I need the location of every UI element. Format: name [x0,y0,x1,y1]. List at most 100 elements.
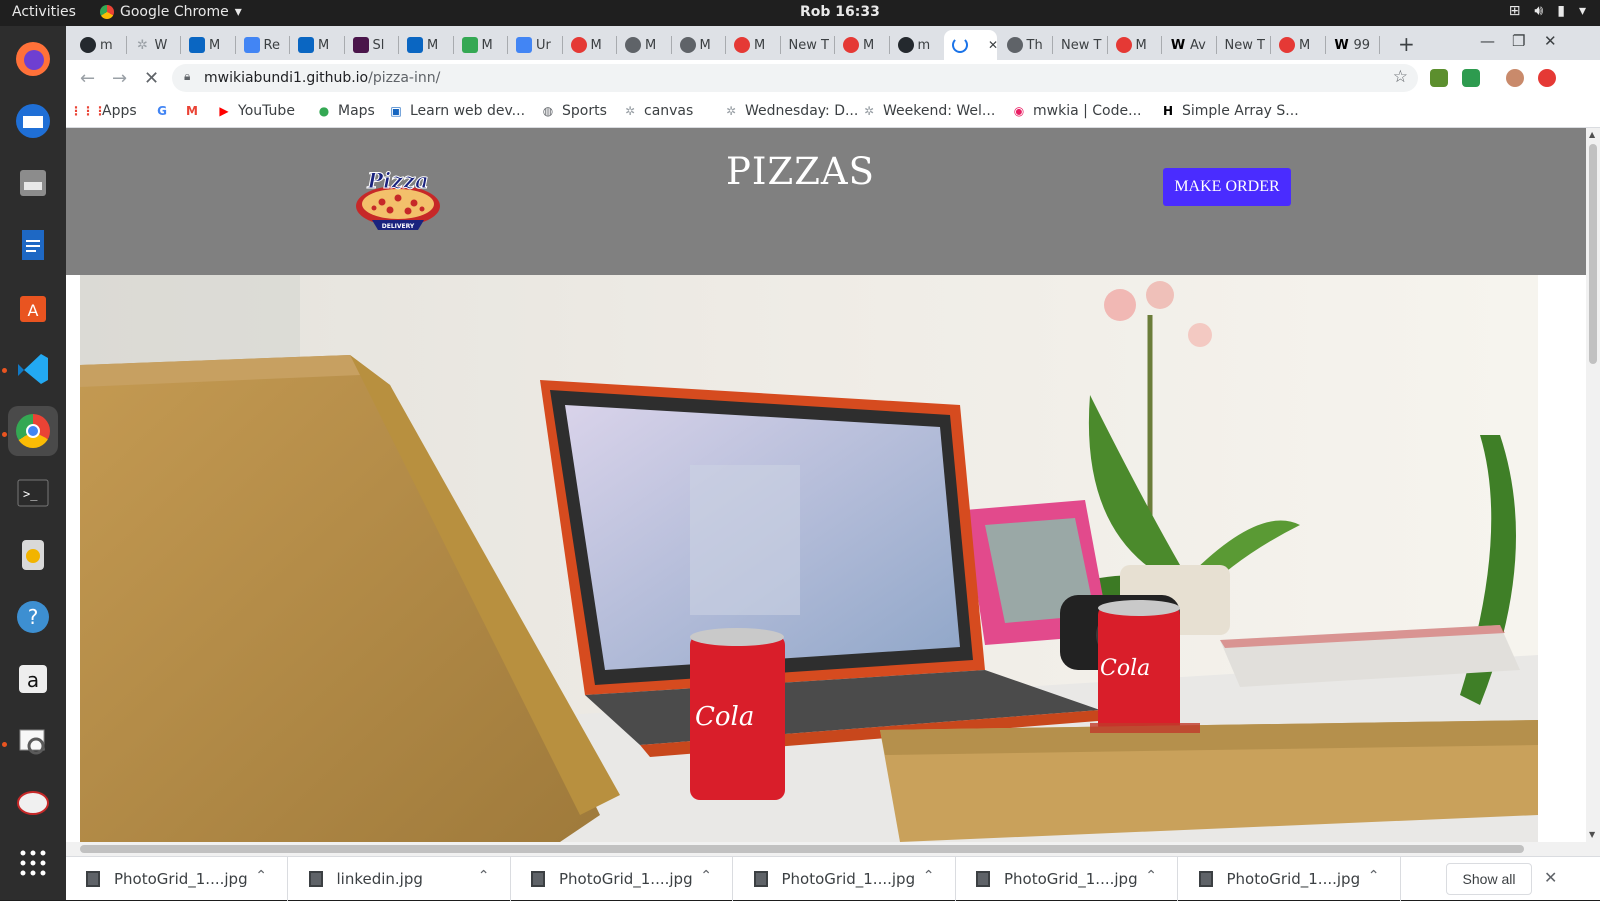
stop-loading-icon[interactable]: ✕ [144,68,159,89]
make-order-button[interactable]: MAKE ORDER [1163,168,1291,206]
extension-icon[interactable] [1430,69,1448,87]
browser-tab[interactable]: M [835,30,888,60]
bookmark-item[interactable]: G [154,103,170,119]
files-icon[interactable] [8,158,58,208]
bookmark-item[interactable]: ✲ canvas [622,103,693,119]
linkedin-icon [407,37,423,53]
browser-tab[interactable]: Th [999,30,1052,60]
image-viewer-icon[interactable] [8,716,58,766]
extension-check-icon[interactable] [1462,69,1480,87]
chevron-up-icon[interactable]: ⌃ [1368,868,1380,884]
vertical-scrollbar[interactable]: ▲ ▼ [1586,128,1600,842]
browser-tab[interactable]: M [617,30,670,60]
browser-tab[interactable]: M [726,30,779,60]
chevron-up-icon[interactable]: ⌃ [255,868,267,884]
forward-icon[interactable]: → [112,68,127,89]
vscode-icon[interactable] [8,344,58,394]
chevron-up-icon[interactable]: ⌃ [478,868,490,884]
browser-tab[interactable]: m [890,30,943,60]
browser-tab[interactable]: ✕ [944,30,997,60]
bookmark-item[interactable]: ◍ Sports [540,103,607,119]
running-indicator [2,742,7,747]
tab-title: M [590,37,602,53]
browser-tab[interactable]: M [181,30,234,60]
bookmark-star-icon[interactable]: ☆ [1393,67,1408,87]
browser-tab[interactable]: M [1108,30,1161,60]
chrome-icon[interactable] [8,406,58,456]
clock[interactable]: Rob 16:33 [800,4,880,20]
browser-tab[interactable]: New T [1053,30,1106,60]
bookmark-item[interactable]: ● Maps [316,103,375,119]
browser-tab[interactable]: M [290,30,343,60]
bookmark-item[interactable]: H Simple Array S... [1160,103,1299,119]
bookmark-item[interactable]: ◉ mwkia | Code... [1011,103,1142,119]
download-item[interactable]: linkedin.jpg ⌃ [289,857,511,901]
url-text[interactable]: mwikiabundi1.github.io/pizza-inn/ [204,70,440,86]
scroll-down-icon[interactable]: ▼ [1589,830,1595,839]
scroll-up-icon[interactable]: ▲ [1589,130,1595,139]
thunderbird-icon[interactable] [8,96,58,146]
download-item[interactable]: PhotoGrid_1....jpg ⌃ [66,857,288,901]
restore-icon[interactable]: ❐ [1512,32,1525,50]
lock-icon[interactable]: 🔒︎ [184,69,190,84]
firefox-icon[interactable] [8,34,58,84]
browser-tab[interactable]: Sl [345,30,398,60]
close-window-icon[interactable]: ✕ [1544,32,1557,50]
close-shelf-icon[interactable]: ✕ [1544,868,1557,887]
back-icon[interactable]: ← [80,68,95,89]
download-shelf: PhotoGrid_1....jpg ⌃ PhotoGrid_1....jpg ⌃ Ph… [66,856,1600,901]
rhythmbox-icon[interactable] [8,530,58,580]
activities-button[interactable]: Activities [12,4,76,20]
slack-icon [352,37,369,53]
bookmark-item[interactable]: ✲ Weekend: Wel... [861,103,995,119]
hackerrank-icon: H [1162,104,1174,118]
browser-tab[interactable]: New T [1217,30,1270,60]
bookmark-item[interactable]: M [184,103,200,119]
download-item[interactable]: PhotoGrid_1....jpg ⌃ [956,857,1178,901]
amazon-icon[interactable]: a [8,654,58,704]
help-icon[interactable]: ? [8,592,58,642]
image-file-icon [1198,871,1213,887]
browser-tab[interactable]: New T [781,30,834,60]
download-item[interactable]: PhotoGrid_1....jpg ⌃ [511,857,733,901]
browser-tab[interactable]: W Av [1162,30,1215,60]
app-menu[interactable]: Google Chrome ▾ [100,4,242,20]
profile-avatar[interactable] [1506,69,1524,87]
browser-tab[interactable]: M [1271,30,1324,60]
browser-tab[interactable]: Re [236,30,289,60]
system-tray[interactable]: ⊞ 🔊︎ ▮ ▾ [1509,3,1586,19]
address-bar[interactable]: 🔒︎ mwikiabundi1.github.io/pizza-inn/ ☆ [172,64,1418,92]
browser-tab[interactable]: ✲ W [127,30,180,60]
browser-tab[interactable]: W 99 [1326,30,1379,60]
download-item[interactable]: PhotoGrid_1....jpg ⌃ [734,857,956,901]
browser-tab[interactable]: M [454,30,507,60]
bookmark-item[interactable]: ▶ YouTube [216,103,295,119]
chevron-up-icon[interactable]: ⌃ [700,868,712,884]
show-applications-icon[interactable] [8,838,58,888]
scrollbar-thumb[interactable] [80,845,1524,853]
download-item[interactable]: PhotoGrid_1....jpg ⌃ [1179,857,1401,901]
browser-tab[interactable]: m [72,30,125,60]
new-tab-button[interactable]: + [1398,32,1415,56]
svg-text:a: a [27,668,39,692]
browser-tab[interactable]: M [563,30,616,60]
bookmark-item[interactable]: ⋮⋮⋮ Apps [70,103,137,119]
software-center-icon[interactable]: A [8,282,58,332]
horizontal-scrollbar[interactable] [66,842,1600,856]
screenshot-icon[interactable] [8,778,58,828]
update-badge-icon[interactable] [1538,69,1556,87]
chevron-up-icon[interactable]: ⌃ [1145,868,1157,884]
close-tab-icon[interactable]: ✕ [988,38,997,52]
browser-tab[interactable]: M [399,30,452,60]
pizza-logo[interactable]: Pizza DELIVERY [352,168,444,234]
terminal-icon[interactable]: >_ [8,468,58,518]
chevron-up-icon[interactable]: ⌃ [923,868,935,884]
bookmark-item[interactable]: ▣ Learn web dev... [388,103,525,119]
minimize-icon[interactable]: — [1480,32,1495,50]
bookmark-item[interactable]: ✲ Wednesday: D... [723,103,858,119]
writer-icon[interactable] [8,220,58,270]
show-all-downloads-button[interactable]: Show all [1446,863,1532,895]
scrollbar-thumb[interactable] [1589,144,1597,364]
browser-tab[interactable]: M [672,30,725,60]
browser-tab[interactable]: Ur [508,30,561,60]
